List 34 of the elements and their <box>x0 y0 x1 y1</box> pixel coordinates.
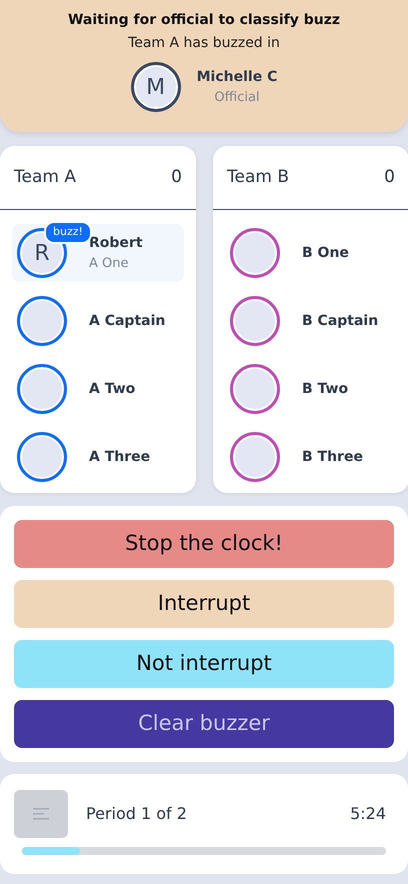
menu-icon <box>33 808 49 820</box>
official-name: Michelle C <box>196 68 278 87</box>
player-name: B Two <box>302 380 348 398</box>
player-item[interactable]: A Captain <box>12 292 184 350</box>
player-item[interactable]: B Captain <box>225 292 397 350</box>
player-item[interactable]: B Two <box>225 360 397 418</box>
avatar: M <box>130 62 181 112</box>
status-title: Waiting for official to classify buzz <box>66 11 342 30</box>
team-name: Team A <box>14 166 76 189</box>
player-item[interactable]: A Three <box>12 428 184 486</box>
player-item[interactable]: B One <box>225 224 397 282</box>
official-role: Official <box>213 88 261 107</box>
player-item[interactable]: B Three <box>225 428 397 486</box>
player-name: B Captain <box>302 312 378 330</box>
action-button[interactable]: Not interrupt <box>14 640 394 688</box>
action-button[interactable]: Clear buzzer <box>14 700 394 748</box>
player-name: A Three <box>89 448 150 466</box>
player-item[interactable]: R buzz! Robert A One <box>12 224 184 282</box>
player-subtitle: A One <box>89 254 130 273</box>
status-message: Team A has buzzed in <box>127 34 281 53</box>
player-name: Robert <box>89 234 143 253</box>
clock-time: 5:24 <box>350 803 386 825</box>
team-score: 0 <box>384 166 395 189</box>
team-name: Team B <box>227 166 289 189</box>
player-name: B One <box>302 244 349 262</box>
player-name: B Three <box>302 448 363 466</box>
team-score: 0 <box>171 166 182 189</box>
player-name: A Two <box>89 380 136 398</box>
action-button[interactable]: Stop the clock! <box>14 520 394 568</box>
menu-button[interactable] <box>14 790 68 838</box>
period-label: Period 1 of 2 <box>86 803 188 825</box>
player-item[interactable]: A Two <box>12 360 184 418</box>
action-button[interactable]: Interrupt <box>14 580 394 628</box>
player-name: A Captain <box>89 312 166 330</box>
